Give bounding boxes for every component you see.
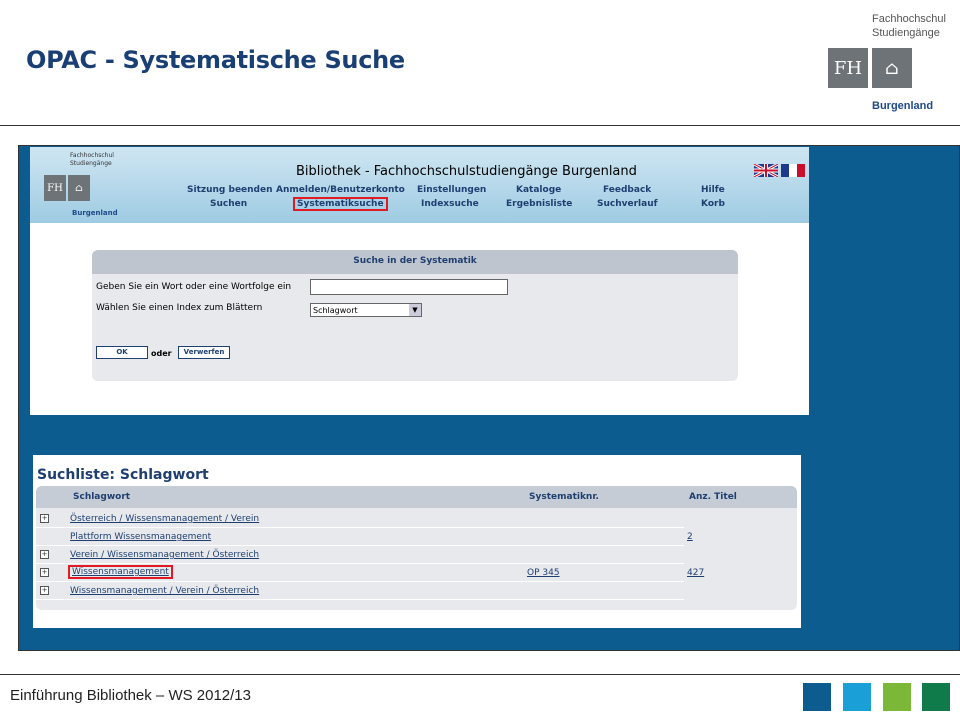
nav-systematiksuche[interactable]: Systematiksuche <box>293 197 388 211</box>
term-link[interactable]: Österreich / Wissensmanagement / Verein <box>70 514 259 524</box>
top-divider <box>0 125 960 126</box>
term-link[interactable]: Verein / Wissensmanagement / Österreich <box>70 550 259 560</box>
table-row: Plattform Wissensmanagement 2 <box>36 528 797 546</box>
logo-line1: Fachhochschul <box>872 13 946 25</box>
table-row: + Österreich / Wissensmanagement / Verei… <box>36 510 797 528</box>
word-input[interactable] <box>310 279 508 295</box>
opac-logo-boxes: FH ⌂ <box>44 175 90 201</box>
nav-suchen[interactable]: Suchen <box>210 199 247 209</box>
index-select[interactable]: Schlagwort ▼ <box>310 303 422 317</box>
nav-sitzung-beenden[interactable]: Sitzung beenden <box>187 185 273 195</box>
col-schlagwort: Schlagwort <box>73 492 131 502</box>
fr-flag-icon[interactable] <box>781 164 805 177</box>
table-row: + Verein / Wissensmanagement / Österreic… <box>36 546 797 564</box>
nav-suchverlauf[interactable]: Suchverlauf <box>597 199 658 209</box>
opac-logo-line2: Studiengänge <box>70 160 112 167</box>
slide-title: OPAC - Systematische Suche <box>26 46 405 74</box>
fh-logo: Fachhochschul Studiengänge FH ⌂ Burgenla… <box>826 10 960 118</box>
nav-anmelden[interactable]: Anmelden/Benutzerkonto <box>276 185 405 195</box>
sysnr-link[interactable]: OP 345 <box>527 568 560 578</box>
col-systematiknr: Systematiknr. <box>529 492 599 502</box>
expand-icon[interactable]: + <box>40 586 49 595</box>
term-link[interactable]: Wissensmanagement / Verein / Österreich <box>70 586 259 596</box>
footer-square-green <box>883 683 911 711</box>
opac-logo-line1: Fachhochschul <box>70 152 114 159</box>
uk-flag-icon[interactable] <box>754 164 778 177</box>
chevron-down-icon: ▼ <box>409 304 421 316</box>
row-divider <box>36 599 684 600</box>
count-link[interactable]: 427 <box>687 568 704 578</box>
logo-line2: Studiengänge <box>872 27 940 39</box>
opac-header: Fachhochschul Studiengänge FH ⌂ Burgenla… <box>30 147 809 223</box>
footer-square-lightblue <box>843 683 871 711</box>
opac-logo-box-fh: FH <box>44 175 66 201</box>
result-table: Schlagwort Systematiknr. Anz. Titel + Ös… <box>36 486 797 610</box>
term-link-highlighted[interactable]: Wissensmanagement <box>68 565 173 579</box>
word-label: Geben Sie ein Wort oder eine Wortfolge e… <box>96 282 292 292</box>
term-link[interactable]: Plattform Wissensmanagement <box>70 532 211 542</box>
table-row: + Wissensmanagement OP 345 427 <box>36 564 797 582</box>
opac-search-screenshot: Fachhochschul Studiengänge FH ⌂ Burgenla… <box>30 147 809 415</box>
list-title: Suchliste: Schlagwort <box>37 467 209 483</box>
nav-einstellungen[interactable]: Einstellungen <box>417 185 486 195</box>
nav-ergebnisliste[interactable]: Ergebnisliste <box>506 199 572 209</box>
opac-logo-text: Fachhochschul Studiengänge <box>70 152 114 168</box>
nav-feedback[interactable]: Feedback <box>603 185 651 195</box>
expand-icon[interactable]: + <box>40 568 49 577</box>
index-select-value: Schlagwort <box>313 306 358 315</box>
nav-kataloge[interactable]: Kataloge <box>516 185 561 195</box>
opac-logo-bottom: Burgenland <box>72 209 118 217</box>
table-header: Schlagwort Systematiknr. Anz. Titel <box>36 486 797 508</box>
footer-square-blue <box>803 683 831 711</box>
table-row: + Wissensmanagement / Verein / Österreic… <box>36 582 797 600</box>
language-flags <box>754 164 805 177</box>
bottom-divider <box>0 674 960 675</box>
search-panel-header: Suche in der Systematik <box>92 250 738 274</box>
nav-korb[interactable]: Korb <box>701 199 725 209</box>
oder-label: oder <box>151 349 172 358</box>
search-panel-title: Suche in der Systematik <box>353 256 477 266</box>
footer-text: Einführung Bibliothek – WS 2012/13 <box>10 687 251 704</box>
verwerfen-button[interactable]: Verwerfen <box>178 346 230 359</box>
footer-square-darkgreen <box>922 683 950 711</box>
systematik-search-panel: Suche in der Systematik Geben Sie ein Wo… <box>92 250 738 381</box>
index-label: Wählen Sie einen Index zum Blättern <box>96 303 263 313</box>
expand-icon[interactable]: + <box>40 550 49 559</box>
col-anz-titel: Anz. Titel <box>689 492 737 502</box>
expand-icon[interactable]: + <box>40 514 49 523</box>
opac-title: Bibliothek - Fachhochschulstudiengänge B… <box>296 164 637 179</box>
logo-text: Fachhochschul Studiengänge <box>872 12 946 40</box>
ok-button[interactable]: OK <box>96 346 148 359</box>
opac-logo-box-building: ⌂ <box>68 175 90 201</box>
count-link[interactable]: 2 <box>687 532 693 542</box>
logo-box-fh: FH <box>828 48 868 88</box>
nav-hilfe[interactable]: Hilfe <box>701 185 725 195</box>
logo-bottom: Burgenland <box>872 100 934 112</box>
suchliste-screenshot: Suchliste: Schlagwort Schlagwort Systema… <box>33 455 801 628</box>
logo-boxes: FH ⌂ <box>828 48 912 88</box>
nav-indexsuche[interactable]: Indexsuche <box>421 199 479 209</box>
logo-box-building: ⌂ <box>872 48 912 88</box>
